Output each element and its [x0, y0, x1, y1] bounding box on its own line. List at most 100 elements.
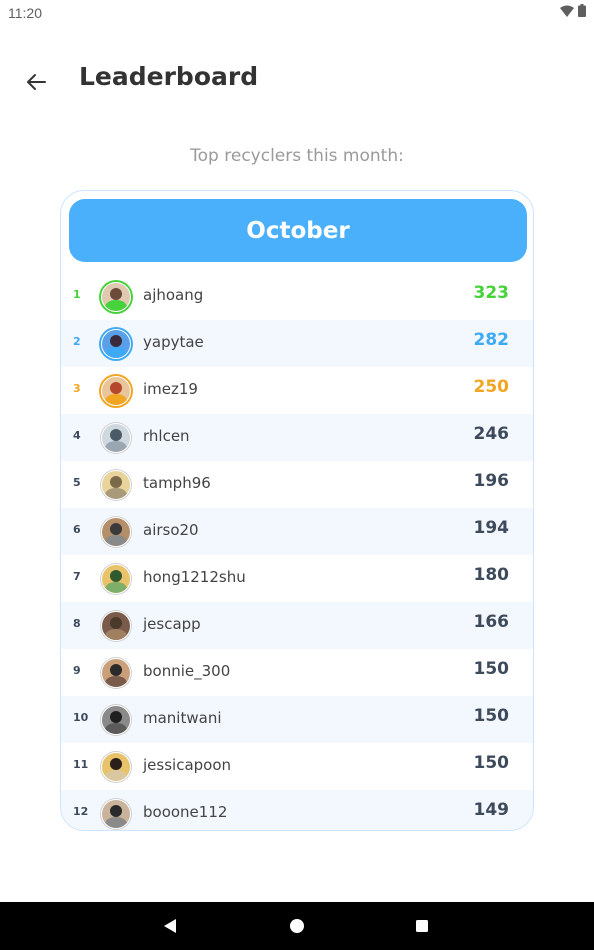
leaderboard-row[interactable]: 4 rhlcen 246 — [61, 414, 533, 461]
leaderboard-list[interactable]: 1 ajhoang 323 2 yapytae 282 3 imez19 250 4 rhlcen 2… — [61, 273, 533, 830]
avatar-body-shape — [105, 488, 127, 499]
avatar[interactable] — [101, 423, 131, 453]
score: 194 — [473, 518, 510, 538]
username: jessicapoon — [143, 756, 232, 774]
rank-number: 5 — [73, 476, 81, 489]
avatar[interactable] — [101, 376, 131, 406]
rank-number: 3 — [73, 382, 81, 395]
avatar-head-shape — [110, 523, 122, 535]
score: 282 — [473, 330, 510, 350]
avatar-head-shape — [110, 758, 122, 770]
leaderboard-row[interactable]: 1 ajhoang 323 — [61, 273, 533, 320]
avatar[interactable] — [101, 282, 131, 312]
username: yapytae — [143, 333, 204, 351]
username: airso20 — [143, 521, 199, 539]
avatar-head-shape — [110, 711, 122, 723]
rank-number: 9 — [73, 664, 81, 677]
leaderboard-row[interactable]: 3 imez19 250 — [61, 367, 533, 414]
leaderboard-row[interactable]: 5 tamph96 196 — [61, 461, 533, 508]
leaderboard-row[interactable]: 2 yapytae 282 — [61, 320, 533, 367]
avatar[interactable] — [101, 799, 131, 829]
rank-number: 6 — [73, 523, 81, 536]
status-icons — [560, 4, 586, 17]
username: hong1212shu — [143, 568, 246, 586]
leaderboard-row[interactable]: 12 booone112 149 — [61, 790, 533, 830]
leaderboard-row[interactable]: 7 hong1212shu 180 — [61, 555, 533, 602]
avatar[interactable] — [101, 705, 131, 735]
avatar-head-shape — [110, 335, 122, 347]
rank-number: 2 — [73, 335, 81, 348]
score: 150 — [473, 753, 510, 773]
nav-recents-button[interactable] — [412, 916, 432, 936]
leaderboard-row[interactable]: 11 jessicapoon 150 — [61, 743, 533, 790]
avatar-head-shape — [110, 617, 122, 629]
avatar[interactable] — [101, 752, 131, 782]
avatar-head-shape — [110, 664, 122, 676]
username: rhlcen — [143, 427, 190, 445]
app-header: Leaderboard — [0, 56, 594, 106]
nav-back-icon — [164, 919, 176, 933]
avatar[interactable] — [101, 564, 131, 594]
username: bonnie_300 — [143, 662, 231, 680]
avatar-head-shape — [110, 476, 122, 488]
avatar-head-shape — [110, 288, 122, 300]
status-time: 11:20 — [8, 5, 42, 21]
username: jescapp — [143, 615, 201, 633]
username: ajhoang — [143, 286, 204, 304]
avatar[interactable] — [101, 329, 131, 359]
wifi-icon — [560, 5, 574, 17]
leaderboard-card: October 1 ajhoang 323 2 yapytae 282 3 imez19 250… — [60, 190, 534, 831]
score: 150 — [473, 706, 510, 726]
username: imez19 — [143, 380, 198, 398]
avatar-head-shape — [110, 570, 122, 582]
rank-number: 10 — [73, 711, 89, 724]
score: 180 — [473, 565, 510, 585]
leaderboard-row[interactable]: 8 jescapp 166 — [61, 602, 533, 649]
nav-home-button[interactable] — [287, 916, 307, 936]
avatar[interactable] — [101, 658, 131, 688]
username: booone112 — [143, 803, 228, 821]
avatar[interactable] — [101, 517, 131, 547]
username: manitwani — [143, 709, 222, 727]
score: 166 — [473, 612, 510, 632]
leaderboard-row[interactable]: 10 manitwani 150 — [61, 696, 533, 743]
avatar-head-shape — [110, 805, 122, 817]
score: 246 — [473, 424, 510, 444]
avatar-body-shape — [105, 347, 127, 358]
month-banner: October — [69, 199, 527, 262]
leaderboard-row[interactable]: 9 bonnie_300 150 — [61, 649, 533, 696]
avatar-body-shape — [105, 535, 127, 546]
leaderboard-subtitle: Top recyclers this month: — [190, 146, 404, 166]
rank-number: 12 — [73, 805, 89, 818]
rank-number: 11 — [73, 758, 89, 771]
nav-recents-icon — [416, 920, 428, 932]
nav-home-icon — [290, 919, 304, 933]
leaderboard-row[interactable]: 6 airso20 194 — [61, 508, 533, 555]
score: 196 — [473, 471, 510, 491]
avatar[interactable] — [101, 611, 131, 641]
avatar-head-shape — [110, 429, 122, 441]
nav-back-button[interactable] — [160, 916, 180, 936]
score: 150 — [473, 659, 510, 679]
rank-number: 4 — [73, 429, 81, 442]
score: 250 — [473, 377, 510, 397]
page-title: Leaderboard — [79, 62, 259, 91]
system-nav-bar — [0, 902, 594, 950]
arrow-left-icon — [27, 74, 46, 90]
rank-number: 7 — [73, 570, 81, 583]
avatar-body-shape — [105, 770, 127, 781]
status-bar: 11:20 — [0, 0, 594, 24]
rank-number: 8 — [73, 617, 81, 630]
avatar-body-shape — [105, 629, 127, 640]
score: 323 — [473, 283, 510, 303]
avatar[interactable] — [101, 470, 131, 500]
avatar-body-shape — [105, 817, 127, 828]
back-button[interactable] — [22, 68, 50, 96]
avatar-head-shape — [110, 382, 122, 394]
rank-number: 1 — [73, 288, 81, 301]
avatar-body-shape — [105, 300, 127, 311]
avatar-body-shape — [105, 582, 127, 593]
avatar-body-shape — [105, 394, 127, 405]
avatar-body-shape — [105, 441, 127, 452]
avatar-body-shape — [105, 676, 127, 687]
